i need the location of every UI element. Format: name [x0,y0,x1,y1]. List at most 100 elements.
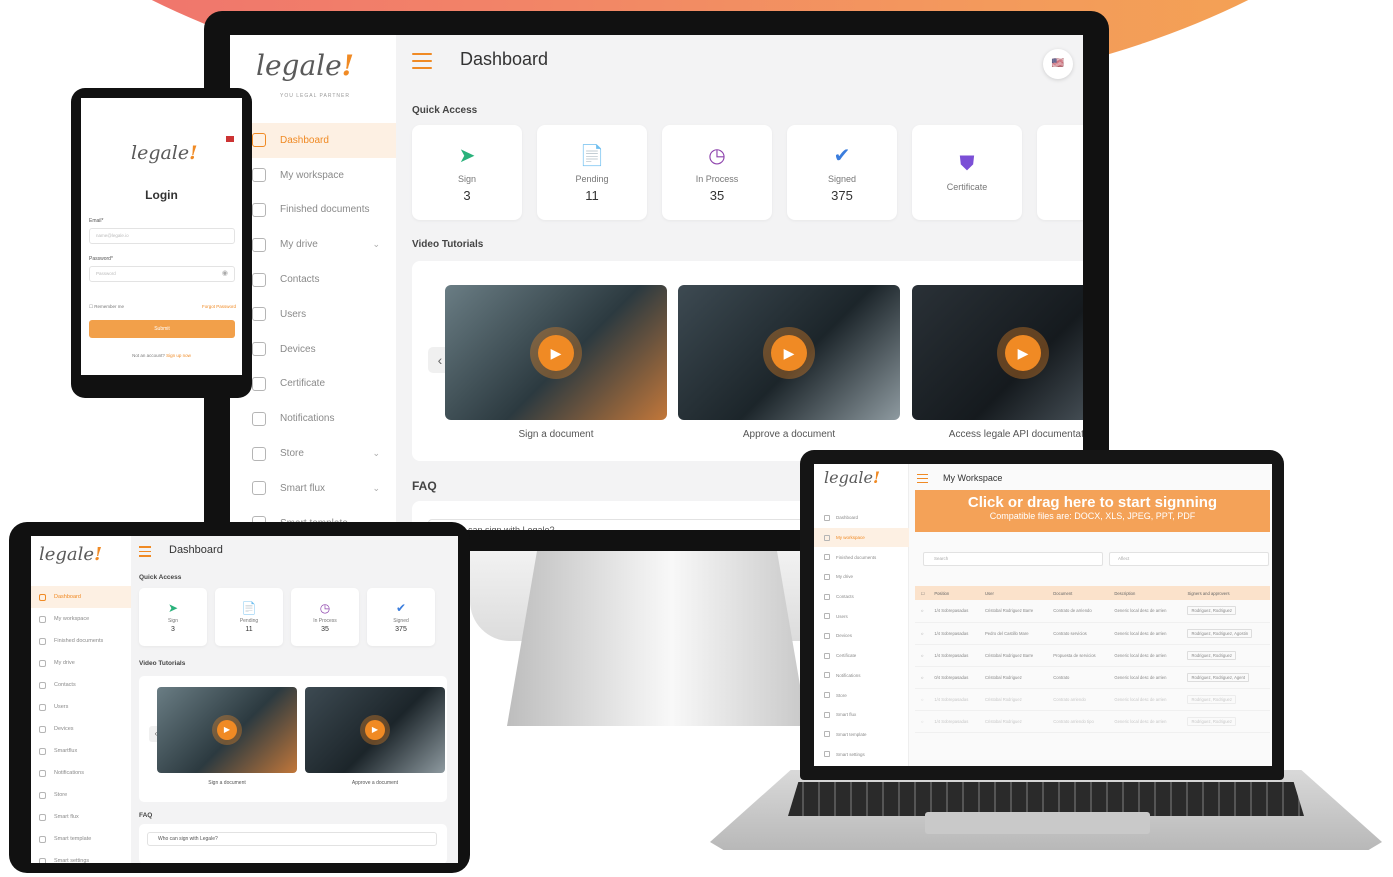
sidebar-item[interactable]: My drive [814,567,909,587]
sidebar-item-my-drive[interactable]: My drive ⌄ [230,227,396,262]
chevron-down-icon[interactable]: ⌄ [372,448,380,459]
column-header[interactable]: Position [928,586,980,600]
sidebar-item[interactable]: Notifications [814,666,909,686]
quick-access-card[interactable]: ⛊ Certificate [912,125,1022,220]
sidebar-item-devices[interactable]: Devices [230,332,396,367]
signers-select[interactable]: Rodriguez, Rodriguez [1187,716,1236,726]
sidebar-item[interactable]: Store [31,784,131,806]
quick-access-card[interactable]: Noti [1037,125,1083,220]
sidebar-item[interactable]: Contacts [31,674,131,696]
sidebar-item[interactable]: Smart template [814,725,909,745]
play-icon[interactable]: ▶ [538,334,574,371]
signers-select[interactable]: Rodriguez, Rodriguez [1187,650,1236,660]
sidebar-item[interactable]: Finished documents [814,547,909,567]
sidebar-item[interactable]: Devices [814,626,909,646]
quick-access-card[interactable]: 📄 Pending 11 [537,125,647,220]
video-thumb-approve[interactable]: ▶ [305,687,445,773]
quick-access-card[interactable]: ➤ Sign 3 [412,125,522,220]
sidebar-item-store[interactable]: Store ⌄ [230,436,396,471]
sign-up-link[interactable]: Sign up now [166,353,191,358]
sidebar-item[interactable]: Smart template [31,828,131,850]
sidebar-item[interactable]: Dashboard [31,586,131,608]
sidebar-item-finished-documents[interactable]: Finished documents [230,193,396,228]
sidebar-item-smart-flux[interactable]: Smart flux ⌄ [230,471,396,506]
sidebar-item[interactable]: Smart flux [31,806,131,828]
sidebar-item[interactable]: Devices [31,718,131,740]
row-checkbox[interactable]: ○ [915,622,929,645]
sidebar-item[interactable]: Smart settings [814,744,909,764]
sidebar-item[interactable]: My workspace [31,608,131,630]
sidebar-item[interactable]: Dashboard [814,508,909,528]
sidebar-item[interactable]: Smart flux [814,705,909,725]
legale-logo[interactable]: legale! [256,49,354,82]
sidebar-item-certificate[interactable]: Certificate [230,367,396,402]
forgot-password-link[interactable]: Forgot Password [202,304,236,309]
submit-button[interactable]: Submit [89,320,235,338]
sidebar-item[interactable]: Smart settings [31,850,131,863]
sidebar-item-notifications[interactable]: Notifications [230,401,396,436]
table-row[interactable]: ○ 1/4 Sobrepasadas Cristobal Rodriguez Bar… [915,600,1270,623]
chevron-down-icon[interactable]: ⌄ [372,483,380,494]
table-row[interactable]: ○ 1/4 Sobrepasadas Cristobal Rodriguez Cont… [915,688,1270,711]
language-flag-icon[interactable] [226,136,234,142]
faq-question[interactable]: Who can sign with Legale? [147,832,437,846]
email-field[interactable]: name@legale.io [89,228,235,244]
quick-access-card[interactable]: ✔ Signed 375 [787,125,897,220]
column-header[interactable]: User [979,586,1048,600]
quick-access-card[interactable]: 📄 Pending 11 [215,588,283,646]
select-all-checkbox[interactable]: ☐ [915,586,929,600]
table-row[interactable]: ○ 1/4 Sobrepasadas Pedro del Castillo Mare… [915,622,1270,645]
video-thumb-api[interactable]: ▶ [912,285,1083,420]
hamburger-menu-icon[interactable] [139,546,151,560]
sidebar-item-contacts[interactable]: Contacts [230,262,396,297]
quick-access-card[interactable]: ◷ In Process 35 [291,588,359,646]
video-thumb-sign[interactable]: ▶ [157,687,297,773]
sidebar-item[interactable]: My workspace [814,527,909,548]
signers-select[interactable]: Rodriguez, Rodriguez [1187,694,1236,704]
play-icon[interactable]: ▶ [1005,334,1041,371]
signers-select[interactable]: Rodriguez, Rodriguez [1187,606,1236,616]
hamburger-menu-icon[interactable] [917,474,928,485]
video-thumb-approve[interactable]: ▶ [678,285,900,420]
sidebar-item[interactable]: Finished documents [31,630,131,652]
column-header[interactable]: Description [1108,586,1182,600]
sidebar-item-users[interactable]: Users [230,297,396,332]
table-row[interactable]: ○ 1/4 Sobrepasadas Cristobal Rodriguez Bar… [915,644,1270,667]
chevron-down-icon[interactable]: ⌄ [372,239,380,250]
play-icon[interactable]: ▶ [217,720,237,740]
quick-access-card[interactable]: ✔ Signed 375 [367,588,435,646]
sidebar-item-dashboard[interactable]: Dashboard [230,123,396,158]
sidebar-item[interactable]: My drive [31,652,131,674]
play-icon[interactable]: ▶ [365,720,385,740]
quick-access-card[interactable]: ◷ In Process 35 [662,125,772,220]
legale-logo[interactable]: legale! [39,544,102,565]
filter-select[interactable]: Aflect [1109,552,1269,566]
video-thumb-sign[interactable]: ▶ [445,285,667,420]
signers-select[interactable]: Rodriguez, Rodriguez, Agostin [1187,628,1253,638]
password-field[interactable]: Password ◉ [89,266,235,282]
signers-select[interactable]: Rodriguez, Rodriguez, Agent [1187,672,1250,682]
table-row[interactable]: ○ 0/4 Sobrepasadas Cristobal Rodriguez Cont… [915,666,1270,689]
sidebar-item[interactable]: Certificate [814,646,909,666]
sidebar-item[interactable]: Store [814,685,909,705]
language-flag-icon[interactable]: 🇺🇸 [1043,49,1073,79]
row-checkbox[interactable]: ○ [915,644,929,667]
sidebar-item[interactable]: Notifications [31,762,131,784]
sidebar-item[interactable]: Users [31,696,131,718]
row-checkbox[interactable]: ○ [915,688,929,711]
remember-me-checkbox[interactable]: ☐ Remember me [89,304,124,310]
sidebar-item[interactable]: Contacts [814,587,909,607]
row-checkbox[interactable]: ○ [915,710,929,733]
play-icon[interactable]: ▶ [771,334,807,371]
sidebar-item[interactable]: Users [814,606,909,626]
row-checkbox[interactable]: ○ [915,666,929,689]
row-checkbox[interactable]: ○ [915,600,929,623]
sidebar-item[interactable]: Smartflux [31,740,131,762]
sidebar-item-my-workspace[interactable]: My workspace [230,158,396,193]
legale-logo[interactable]: legale! [824,468,880,487]
hamburger-menu-icon[interactable] [412,53,432,74]
quick-access-card[interactable]: ➤ Sign 3 [139,588,207,646]
eye-icon[interactable]: ◉ [222,267,228,281]
column-header[interactable]: Document [1047,586,1109,600]
search-input[interactable]: Search [923,552,1103,566]
